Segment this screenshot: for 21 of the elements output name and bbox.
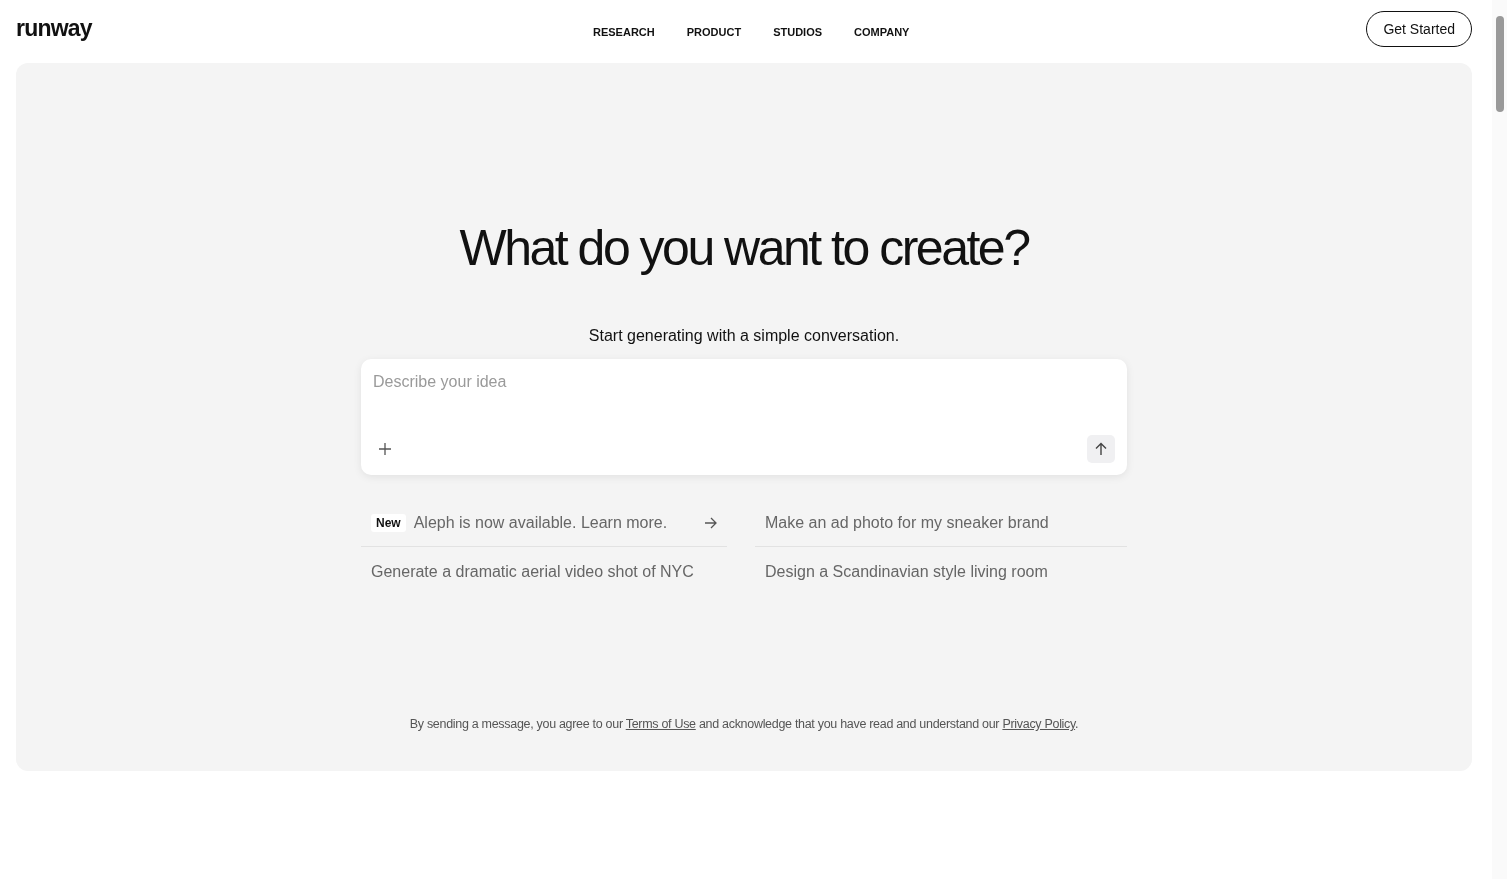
arrow-up-icon xyxy=(1094,442,1108,456)
send-button[interactable] xyxy=(1087,435,1115,463)
hero-title: What do you want to create? xyxy=(459,219,1029,277)
suggestion-link[interactable]: Make an ad photo for my sneaker brand xyxy=(755,499,1127,547)
hero-subtitle: Start generating with a simple conversation. xyxy=(588,327,900,345)
announcement-link[interactable]: New Aleph is now available. Learn more. xyxy=(361,499,727,547)
logo[interactable]: runway xyxy=(16,15,92,42)
announcement-text: Aleph is now available. Learn more. xyxy=(413,513,669,532)
nav-link[interactable]: STUDIOS xyxy=(773,26,823,38)
legal-link[interactable]: Terms of Use xyxy=(625,717,696,731)
nav-link[interactable]: RESEARCH xyxy=(593,26,655,38)
suggestion-link[interactable]: Design a Scandinavian style living room xyxy=(755,547,1127,597)
scrollbar[interactable] xyxy=(1492,0,1507,879)
arrow-right-icon xyxy=(704,516,717,529)
legal-notice: By sending a message, you agree to our Terms of Use and acknowledge that you have read and understand our Privacy Policy. xyxy=(409,717,1079,731)
nav-link[interactable]: PRODUCT xyxy=(686,26,742,38)
new-badge: New xyxy=(371,513,406,532)
plus-icon[interactable] xyxy=(379,443,391,455)
nav-link[interactable]: COMPANY xyxy=(854,26,910,38)
get-started-button[interactable]: Get Started xyxy=(1366,10,1472,47)
suggestion-link[interactable]: Generate a dramatic aerial video shot of NYC xyxy=(361,547,727,597)
